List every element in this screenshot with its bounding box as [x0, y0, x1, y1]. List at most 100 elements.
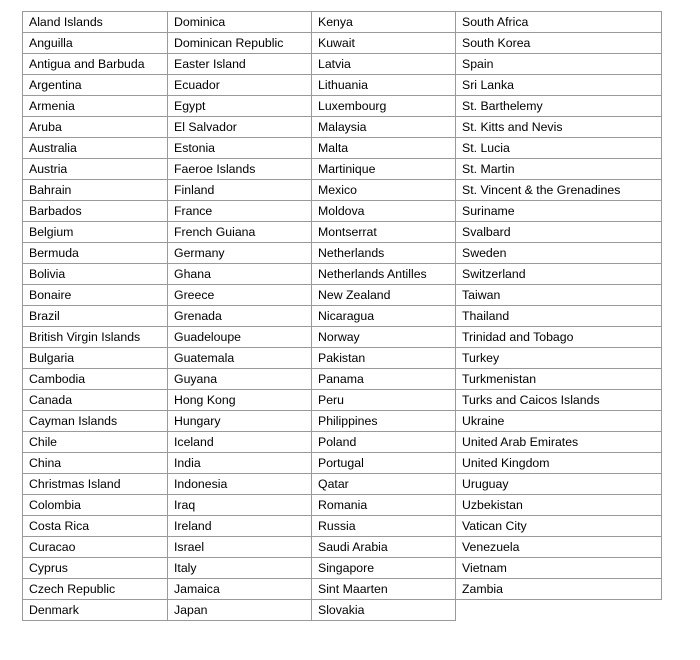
table-cell-country: Netherlands Antilles — [311, 263, 456, 285]
table-cell-country: Barbados — [22, 200, 168, 222]
table-row: Australia Estonia Malta St. Lucia — [22, 137, 662, 159]
table-cell-country: Greece — [167, 284, 312, 306]
table-cell-country: Italy — [167, 557, 312, 579]
table-cell-country: Iraq — [167, 494, 312, 516]
table-cell-country: Bolivia — [22, 263, 168, 285]
table-row: Cambodia Guyana Panama Turkmenistan — [22, 368, 662, 390]
table-cell-country: United Arab Emirates — [455, 431, 662, 453]
table-cell-country: St. Vincent & the Grenadines — [455, 179, 662, 201]
country-table-body: Aland Islands Dominica Kenya South Africa An… — [22, 11, 662, 621]
table-cell-country: Panama — [311, 368, 456, 390]
table-cell-country: Portugal — [311, 452, 456, 474]
table-cell-country: Vietnam — [455, 557, 662, 579]
table-cell-country: Kenya — [311, 11, 456, 33]
table-row: Christmas Island Indonesia Qatar Uruguay — [22, 473, 662, 495]
table-cell-country: Hong Kong — [167, 389, 312, 411]
table-cell-country: St. Martin — [455, 158, 662, 180]
table-cell-country: Slovakia — [311, 599, 456, 621]
table-row: Cayman Islands Hungary Philippines Ukraine — [22, 410, 662, 432]
table-row: Aland Islands Dominica Kenya South Africa — [22, 11, 662, 33]
table-row: Belgium French Guiana Montserrat Svalbard — [22, 221, 662, 243]
table-cell-country: Hungary — [167, 410, 312, 432]
table-cell-country: Philippines — [311, 410, 456, 432]
table-cell-country: Moldova — [311, 200, 456, 222]
country-list-table: Aland Islands Dominica Kenya South Africa An… — [22, 11, 662, 621]
table-cell-country: Ireland — [167, 515, 312, 537]
table-cell-empty — [456, 600, 662, 621]
table-row: Bermuda Germany Netherlands Sweden — [22, 242, 662, 264]
table-cell-country: Easter Island — [167, 53, 312, 75]
table-cell-country: Martinique — [311, 158, 456, 180]
table-row: Brazil Grenada Nicaragua Thailand — [22, 305, 662, 327]
table-cell-country: Guyana — [167, 368, 312, 390]
table-cell-country: Poland — [311, 431, 456, 453]
table-cell-country: Dominican Republic — [167, 32, 312, 54]
table-cell-country: Egypt — [167, 95, 312, 117]
table-cell-country: French Guiana — [167, 221, 312, 243]
table-cell-country: Cyprus — [22, 557, 168, 579]
table-cell-country: Dominica — [167, 11, 312, 33]
table-cell-country: Guadeloupe — [167, 326, 312, 348]
table-cell-country: Saudi Arabia — [311, 536, 456, 558]
table-cell-country: Argentina — [22, 74, 168, 96]
table-cell-country: Nicaragua — [311, 305, 456, 327]
table-cell-country: Sweden — [455, 242, 662, 264]
table-cell-country: Turkmenistan — [455, 368, 662, 390]
table-row: Denmark Japan Slovakia — [22, 599, 662, 621]
table-cell-country: New Zealand — [311, 284, 456, 306]
table-row: Bulgaria Guatemala Pakistan Turkey — [22, 347, 662, 369]
table-cell-country: Romania — [311, 494, 456, 516]
table-cell-country: Vatican City — [455, 515, 662, 537]
table-cell-country: Uzbekistan — [455, 494, 662, 516]
table-row: Costa Rica Ireland Russia Vatican City — [22, 515, 662, 537]
table-cell-country: Pakistan — [311, 347, 456, 369]
table-cell-country: Armenia — [22, 95, 168, 117]
table-cell-country: Austria — [22, 158, 168, 180]
table-row: Chile Iceland Poland United Arab Emirates — [22, 431, 662, 453]
table-cell-country: Aland Islands — [22, 11, 168, 33]
table-cell-country: France — [167, 200, 312, 222]
table-cell-country: Denmark — [22, 599, 168, 621]
table-cell-country: Jamaica — [167, 578, 312, 600]
table-row: Anguilla Dominican Republic Kuwait South Ko… — [22, 32, 662, 54]
table-cell-country: Christmas Island — [22, 473, 168, 495]
table-row: Canada Hong Kong Peru Turks and Caicos Isla… — [22, 389, 662, 411]
table-cell-country: South Africa — [455, 11, 662, 33]
table-cell-country: Ecuador — [167, 74, 312, 96]
table-cell-country: Bulgaria — [22, 347, 168, 369]
table-cell-country: British Virgin Islands — [22, 326, 168, 348]
table-cell-country: Costa Rica — [22, 515, 168, 537]
table-row: Colombia Iraq Romania Uzbekistan — [22, 494, 662, 516]
table-cell-country: Qatar — [311, 473, 456, 495]
table-row: Barbados France Moldova Suriname — [22, 200, 662, 222]
table-cell-country: Belgium — [22, 221, 168, 243]
table-cell-country: Aruba — [22, 116, 168, 138]
country-table-container: Aland Islands Dominica Kenya South Africa An… — [22, 11, 662, 621]
table-cell-country: Iceland — [167, 431, 312, 453]
table-row: Czech Republic Jamaica Sint Maarten Zambia — [22, 578, 662, 600]
table-cell-country: Taiwan — [455, 284, 662, 306]
table-cell-country: Venezuela — [455, 536, 662, 558]
table-cell-country: United Kingdom — [455, 452, 662, 474]
table-cell-country: Indonesia — [167, 473, 312, 495]
table-cell-country: Japan — [167, 599, 312, 621]
table-cell-country: Switzerland — [455, 263, 662, 285]
table-cell-country: Malta — [311, 137, 456, 159]
table-cell-country: Turkey — [455, 347, 662, 369]
table-cell-country: Mexico — [311, 179, 456, 201]
table-cell-country: Norway — [311, 326, 456, 348]
table-row: Armenia Egypt Luxembourg St. Barthelemy — [22, 95, 662, 117]
table-row: Curacao Israel Saudi Arabia Venezuela — [22, 536, 662, 558]
table-cell-country: Uruguay — [455, 473, 662, 495]
table-cell-country: India — [167, 452, 312, 474]
table-cell-country: Grenada — [167, 305, 312, 327]
table-cell-country: Estonia — [167, 137, 312, 159]
table-cell-country: Netherlands — [311, 242, 456, 264]
table-row: China India Portugal United Kingdom — [22, 452, 662, 474]
table-cell-country: Bonaire — [22, 284, 168, 306]
table-cell-country: Faeroe Islands — [167, 158, 312, 180]
table-cell-country: Australia — [22, 137, 168, 159]
table-cell-country: Colombia — [22, 494, 168, 516]
table-cell-country: Montserrat — [311, 221, 456, 243]
table-cell-country: Suriname — [455, 200, 662, 222]
